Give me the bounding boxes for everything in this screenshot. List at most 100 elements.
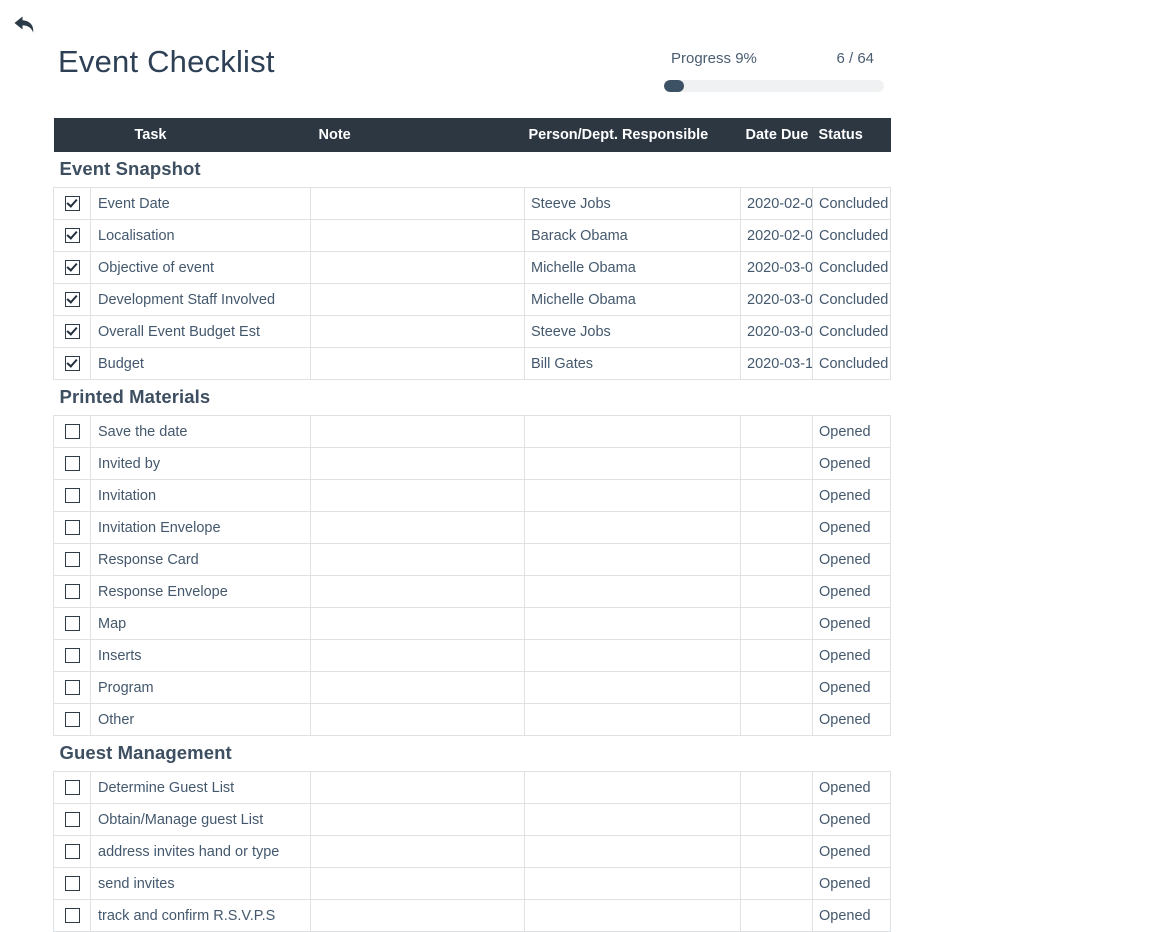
- task-checkbox-cell[interactable]: [53, 835, 91, 868]
- task-name[interactable]: Determine Guest List: [90, 771, 311, 804]
- task-note[interactable]: [310, 835, 525, 868]
- task-note[interactable]: [310, 803, 525, 836]
- task-checkbox-cell[interactable]: [53, 671, 91, 704]
- task-status[interactable]: Opened: [812, 479, 891, 512]
- task-person[interactable]: [524, 867, 741, 900]
- table-row[interactable]: Localisation Barack Obama2020-02-03Conclu…: [53, 219, 891, 252]
- task-date-due[interactable]: 2020-02-01: [740, 187, 813, 220]
- task-note[interactable]: [310, 543, 525, 576]
- task-date-due[interactable]: [740, 543, 813, 576]
- task-person[interactable]: [524, 607, 741, 640]
- task-name[interactable]: Inserts: [90, 639, 311, 672]
- task-note[interactable]: [310, 607, 525, 640]
- task-status[interactable]: Concluded: [812, 187, 891, 220]
- task-name[interactable]: Invited by: [90, 447, 311, 480]
- task-checkbox-cell[interactable]: [53, 315, 91, 348]
- task-person[interactable]: [524, 671, 741, 704]
- task-name[interactable]: address invites hand or type: [90, 835, 311, 868]
- task-note[interactable]: [310, 315, 525, 348]
- task-checkbox-cell[interactable]: [53, 639, 91, 672]
- checkbox-checked-icon[interactable]: [64, 196, 80, 212]
- table-row[interactable]: Program Opened: [53, 671, 891, 704]
- task-note[interactable]: [310, 283, 525, 316]
- task-checkbox-cell[interactable]: [53, 543, 91, 576]
- task-note[interactable]: [310, 511, 525, 544]
- task-status[interactable]: Opened: [812, 415, 891, 448]
- task-date-due[interactable]: 2020-03-07: [740, 283, 813, 316]
- task-date-due[interactable]: [740, 479, 813, 512]
- task-name[interactable]: Other: [90, 703, 311, 736]
- task-status[interactable]: Opened: [812, 671, 891, 704]
- table-row[interactable]: Determine Guest List Opened: [53, 771, 891, 804]
- checkbox-checked-icon[interactable]: [64, 292, 80, 308]
- task-note[interactable]: [310, 671, 525, 704]
- task-status[interactable]: Opened: [812, 703, 891, 736]
- task-note[interactable]: [310, 479, 525, 512]
- task-status[interactable]: Opened: [812, 575, 891, 608]
- task-checkbox-cell[interactable]: [53, 575, 91, 608]
- table-row[interactable]: Event Date Steeve Jobs2020-02-01Concluded: [53, 187, 891, 220]
- task-checkbox-cell[interactable]: [53, 607, 91, 640]
- table-row[interactable]: send invites Opened: [53, 867, 891, 900]
- task-checkbox-cell[interactable]: [53, 447, 91, 480]
- task-person[interactable]: [524, 771, 741, 804]
- checkbox-unchecked-icon[interactable]: [64, 712, 80, 728]
- checkbox-unchecked-icon[interactable]: [64, 780, 80, 796]
- task-note[interactable]: [310, 347, 525, 380]
- task-checkbox-cell[interactable]: [53, 803, 91, 836]
- table-row[interactable]: Invitation Opened: [53, 479, 891, 512]
- task-person[interactable]: [524, 447, 741, 480]
- task-note[interactable]: [310, 251, 525, 284]
- task-name[interactable]: Program: [90, 671, 311, 704]
- checkbox-unchecked-icon[interactable]: [64, 844, 80, 860]
- checkbox-unchecked-icon[interactable]: [64, 552, 80, 568]
- task-person[interactable]: Michelle Obama: [524, 283, 741, 316]
- checkbox-unchecked-icon[interactable]: [64, 424, 80, 440]
- table-row[interactable]: address invites hand or type Opened: [53, 835, 891, 868]
- task-date-due[interactable]: [740, 803, 813, 836]
- task-checkbox-cell[interactable]: [53, 479, 91, 512]
- checkbox-unchecked-icon[interactable]: [64, 648, 80, 664]
- task-date-due[interactable]: 2020-03-09: [740, 315, 813, 348]
- task-person[interactable]: Bill Gates: [524, 347, 741, 380]
- task-checkbox-cell[interactable]: [53, 219, 91, 252]
- task-checkbox-cell[interactable]: [53, 511, 91, 544]
- task-note[interactable]: [310, 899, 525, 932]
- task-status[interactable]: Opened: [812, 639, 891, 672]
- task-name[interactable]: Objective of event: [90, 251, 311, 284]
- task-name[interactable]: Invitation: [90, 479, 311, 512]
- task-name[interactable]: track and confirm R.S.V.P.S: [90, 899, 311, 932]
- table-row[interactable]: Invited by Opened: [53, 447, 891, 480]
- task-name[interactable]: Response Card: [90, 543, 311, 576]
- task-person[interactable]: [524, 639, 741, 672]
- task-note[interactable]: [310, 219, 525, 252]
- checkbox-unchecked-icon[interactable]: [64, 584, 80, 600]
- task-date-due[interactable]: [740, 703, 813, 736]
- task-checkbox-cell[interactable]: [53, 867, 91, 900]
- task-note[interactable]: [310, 447, 525, 480]
- task-name[interactable]: Localisation: [90, 219, 311, 252]
- task-status[interactable]: Opened: [812, 771, 891, 804]
- table-row[interactable]: Response Card Opened: [53, 543, 891, 576]
- task-checkbox-cell[interactable]: [53, 187, 91, 220]
- task-checkbox-cell[interactable]: [53, 283, 91, 316]
- task-name[interactable]: Event Date: [90, 187, 311, 220]
- task-name[interactable]: Map: [90, 607, 311, 640]
- task-name[interactable]: Save the date: [90, 415, 311, 448]
- checkbox-unchecked-icon[interactable]: [64, 488, 80, 504]
- task-date-due[interactable]: [740, 771, 813, 804]
- table-row[interactable]: Other Opened: [53, 703, 891, 736]
- task-status[interactable]: Opened: [812, 543, 891, 576]
- task-checkbox-cell[interactable]: [53, 347, 91, 380]
- task-person[interactable]: [524, 803, 741, 836]
- table-row[interactable]: Overall Event Budget Est Steeve Jobs 2020-…: [53, 315, 891, 348]
- task-note[interactable]: [310, 575, 525, 608]
- task-date-due[interactable]: [740, 835, 813, 868]
- task-note[interactable]: [310, 187, 525, 220]
- task-status[interactable]: Opened: [812, 607, 891, 640]
- checkbox-unchecked-icon[interactable]: [64, 456, 80, 472]
- task-note[interactable]: [310, 867, 525, 900]
- task-status[interactable]: Concluded: [812, 347, 891, 380]
- checkbox-unchecked-icon[interactable]: [64, 908, 80, 924]
- table-row[interactable]: Objective of event Michelle Obama 2020-03-…: [53, 251, 891, 284]
